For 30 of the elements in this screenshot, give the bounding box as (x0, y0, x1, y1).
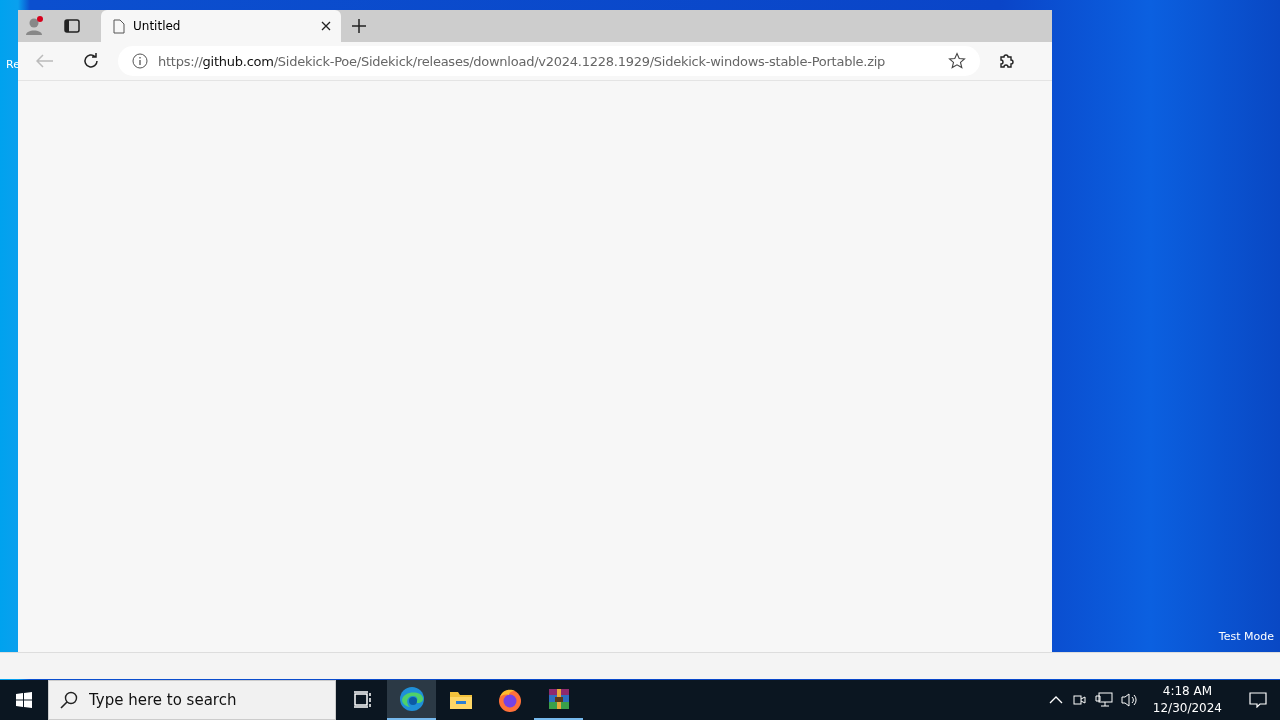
taskbar-app-button[interactable] (387, 680, 436, 720)
chevron-up-icon[interactable] (1048, 695, 1063, 705)
test-mode-text: Test Mode (1218, 630, 1274, 643)
windows-icon[interactable] (16, 692, 32, 708)
tab-title: Untitled (133, 19, 182, 33)
clock[interactable]: 4:18 AM 12/30/2024 (1146, 683, 1228, 717)
time-text: 4:18 AM (1162, 683, 1213, 700)
refresh-icon[interactable] (82, 52, 100, 70)
browser-tab[interactable]: Untitled (101, 10, 341, 42)
task-view-icon[interactable] (352, 691, 373, 709)
browser-icon[interactable] (398, 686, 425, 712)
archive-icon[interactable] (546, 687, 571, 711)
puzzle-icon[interactable] (998, 52, 1016, 70)
url-text: https://github.com/Sidekick-Poe/Sidekick/releases/download/v2024.1228.1929/Sidekick-windows-stable-Portable.zip (158, 53, 887, 69)
date-text: 12/30/2024 (1152, 700, 1222, 717)
tab-actions-icon[interactable] (64, 19, 80, 33)
firefox-icon[interactable] (496, 687, 523, 713)
address-bar[interactable]: https://github.com/Sidekick-Poe/Sidekick/releases/download/v2024.1228.1929/Sidekick-windows-stable-Portable.zip (118, 46, 980, 76)
camera-icon[interactable] (1070, 692, 1087, 708)
speaker-icon[interactable] (1120, 692, 1139, 708)
info-icon[interactable] (132, 53, 148, 69)
search-icon[interactable] (60, 691, 78, 709)
plus-icon[interactable] (351, 18, 367, 34)
taskbar-search-field[interactable]: Type here to search (48, 680, 336, 720)
close-icon[interactable] (321, 21, 331, 31)
speech-bubble-icon[interactable] (1249, 692, 1267, 708)
folder-icon[interactable] (448, 689, 473, 711)
page-icon (113, 18, 125, 34)
network-icon[interactable] (1094, 692, 1113, 708)
star-icon[interactable] (948, 52, 966, 70)
